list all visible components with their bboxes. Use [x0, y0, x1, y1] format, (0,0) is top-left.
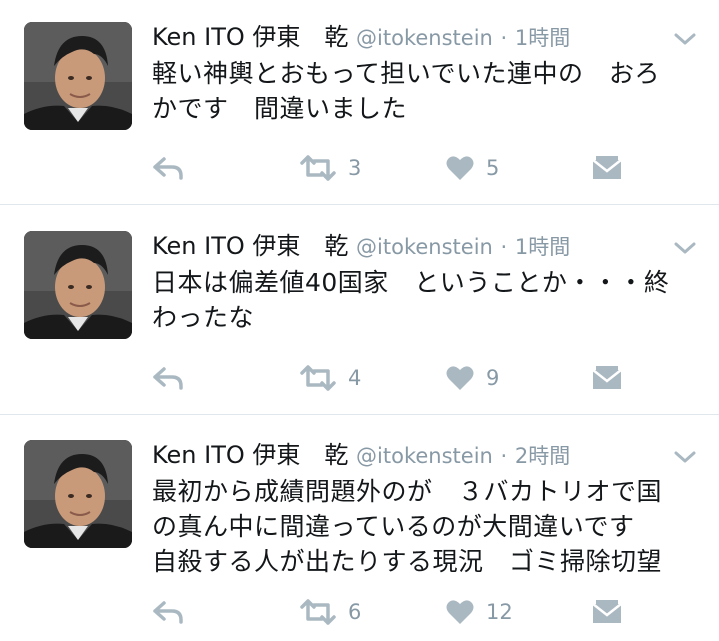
like-button[interactable]: 5 — [446, 151, 499, 185]
avatar[interactable] — [24, 231, 132, 339]
display-name[interactable]: Ken ITO 伊東 乾 — [152, 232, 348, 260]
tweet[interactable]: Ken ITO 伊東 乾 @itokenstein · 1時間 日本は偏差値40… — [0, 209, 719, 415]
heart-icon — [446, 599, 474, 625]
separator-dot: · — [500, 444, 508, 468]
reply-button[interactable] — [152, 361, 184, 395]
chevron-down-icon[interactable] — [672, 30, 698, 48]
tweet-text: 軽い神輿とおもって担いでいた連中の おろ かです 間違いました — [152, 59, 661, 123]
user-handle[interactable]: @itokenstein — [356, 444, 493, 468]
reply-button[interactable] — [152, 595, 184, 629]
like-button[interactable]: 12 — [446, 595, 513, 629]
tweet-text: 最初から成績問題外のが ３バカトリオで国 の真ん中に間違っているのが大間違いです… — [152, 477, 663, 576]
tweet-header: Ken ITO 伊東 乾 @itokenstein · 2時間 — [152, 438, 570, 472]
user-handle[interactable]: @itokenstein — [356, 235, 493, 259]
retweet-icon — [300, 599, 336, 625]
tweet-actions: 6 12 — [152, 595, 632, 629]
retweet-button[interactable]: 6 — [300, 595, 361, 629]
heart-icon — [446, 155, 474, 181]
chevron-down-icon[interactable] — [672, 448, 698, 466]
tweet-actions: 3 5 — [152, 151, 632, 185]
retweet-button[interactable]: 3 — [300, 151, 361, 185]
retweet-button[interactable]: 4 — [300, 361, 361, 395]
tweet[interactable]: Ken ITO 伊東 乾 @itokenstein · 1時間 軽い神輿とおもっ… — [0, 0, 719, 205]
reply-icon — [152, 155, 184, 181]
tweet-header: Ken ITO 伊東 乾 @itokenstein · 1時間 — [152, 20, 570, 54]
envelope-icon — [592, 599, 622, 625]
separator-dot: · — [500, 26, 508, 50]
avatar[interactable] — [24, 22, 132, 130]
timestamp[interactable]: 1時間 — [515, 235, 570, 259]
display-name[interactable]: Ken ITO 伊東 乾 — [152, 441, 348, 469]
reply-button[interactable] — [152, 151, 184, 185]
timestamp[interactable]: 1時間 — [515, 26, 570, 50]
direct-message-button[interactable] — [592, 151, 622, 185]
direct-message-button[interactable] — [592, 595, 622, 629]
heart-icon — [446, 365, 474, 391]
envelope-icon — [592, 365, 622, 391]
reply-icon — [152, 365, 184, 391]
like-count: 5 — [486, 156, 500, 180]
chevron-down-icon[interactable] — [672, 239, 698, 257]
avatar[interactable] — [24, 440, 132, 548]
tweet-actions: 4 9 — [152, 361, 632, 395]
retweet-icon — [300, 155, 336, 181]
tweet-header: Ken ITO 伊東 乾 @itokenstein · 1時間 — [152, 229, 570, 263]
retweet-count: 6 — [348, 600, 362, 624]
display-name[interactable]: Ken ITO 伊東 乾 — [152, 23, 348, 51]
envelope-icon — [592, 155, 622, 181]
like-count: 9 — [486, 366, 500, 390]
reply-icon — [152, 599, 184, 625]
tweet-text: 日本は偏差値40国家 ということか・・・終 わったな — [152, 268, 670, 332]
user-handle[interactable]: @itokenstein — [356, 26, 493, 50]
direct-message-button[interactable] — [592, 361, 622, 395]
retweet-icon — [300, 365, 336, 391]
retweet-count: 3 — [348, 156, 362, 180]
like-button[interactable]: 9 — [446, 361, 499, 395]
like-count: 12 — [486, 600, 513, 624]
separator-dot: · — [500, 235, 508, 259]
timestamp[interactable]: 2時間 — [515, 444, 570, 468]
retweet-count: 4 — [348, 366, 362, 390]
tweet[interactable]: Ken ITO 伊東 乾 @itokenstein · 2時間 最初から成績問題… — [0, 418, 719, 641]
